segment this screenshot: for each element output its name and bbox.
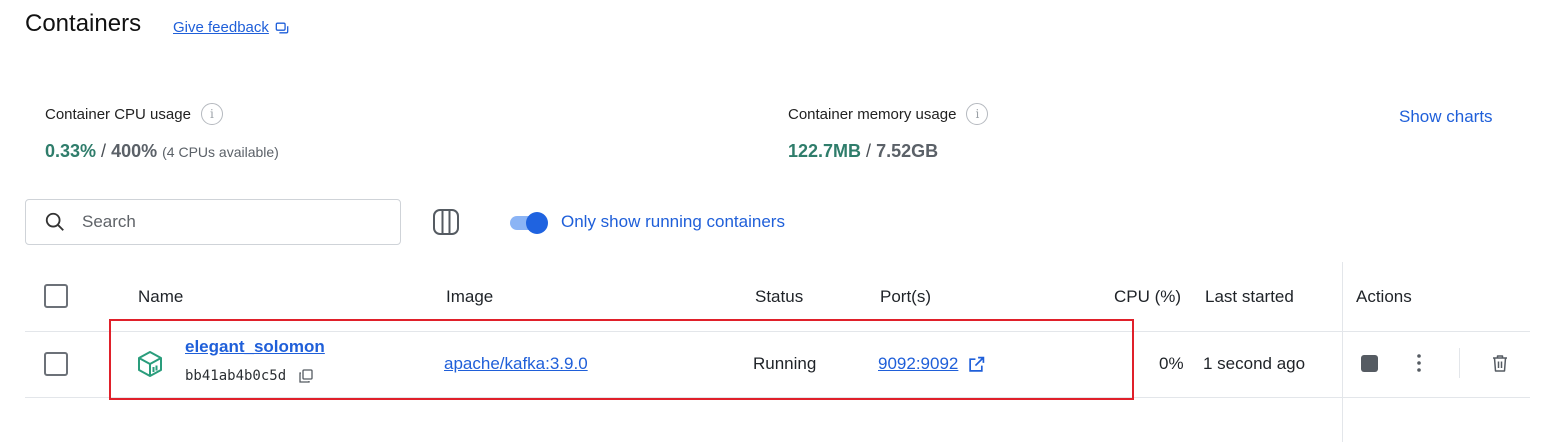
cpu-used-value: 0.33%: [45, 141, 97, 161]
actions-column-divider: [1342, 262, 1343, 442]
memory-separator: /: [861, 141, 877, 161]
running-only-toggle[interactable]: [510, 212, 548, 234]
column-header-cpu[interactable]: CPU (%): [1114, 287, 1181, 307]
give-feedback-link[interactable]: Give feedback: [173, 19, 289, 36]
select-all-checkbox[interactable]: [44, 284, 68, 308]
info-icon[interactable]: i: [966, 103, 989, 125]
more-vertical-icon[interactable]: [1409, 352, 1429, 374]
cpu-max-value: 400%: [111, 141, 158, 161]
cpu-usage-label: Container CPU usage: [45, 105, 191, 123]
cpu-separator: /: [96, 141, 112, 161]
column-header-image[interactable]: Image: [446, 287, 493, 307]
memory-usage-stat: Container memory usage i 122.7MB / 7.52G…: [788, 103, 989, 162]
search-icon: [45, 212, 64, 231]
trash-icon[interactable]: [1490, 353, 1510, 373]
search-input[interactable]: [82, 212, 382, 232]
memory-used-value: 122.7MB: [788, 141, 862, 161]
actions-divider: [1459, 348, 1460, 378]
cpu-available-note: (4 CPUs available): [162, 144, 279, 160]
column-header-name[interactable]: Name: [138, 287, 183, 307]
last-started-value: 1 second ago: [1203, 354, 1306, 373]
cpu-value: 0%: [1159, 354, 1184, 373]
feedback-icon: [275, 22, 289, 33]
running-only-label[interactable]: Only show running containers: [561, 212, 785, 232]
columns-icon[interactable]: [432, 208, 460, 236]
info-icon[interactable]: i: [200, 103, 223, 125]
cpu-usage-stat: Container CPU usage i 0.33% / 400% (4 CP…: [45, 103, 279, 162]
page-title: Containers: [25, 10, 142, 37]
column-header-last-started[interactable]: Last started: [1205, 287, 1294, 307]
column-header-status[interactable]: Status: [755, 287, 803, 307]
toggle-knob: [526, 212, 548, 234]
search-box: [25, 199, 401, 245]
stop-icon[interactable]: [1361, 355, 1378, 372]
row-highlight-annotation: [109, 319, 1134, 400]
give-feedback-label: Give feedback: [173, 19, 269, 36]
memory-usage-label: Container memory usage: [788, 105, 957, 123]
show-charts-button[interactable]: Show charts: [1399, 107, 1493, 127]
row-checkbox[interactable]: [44, 352, 68, 376]
memory-max-value: 7.52GB: [876, 141, 939, 161]
column-header-actions: Actions: [1356, 287, 1412, 306]
column-header-ports[interactable]: Port(s): [880, 287, 931, 307]
